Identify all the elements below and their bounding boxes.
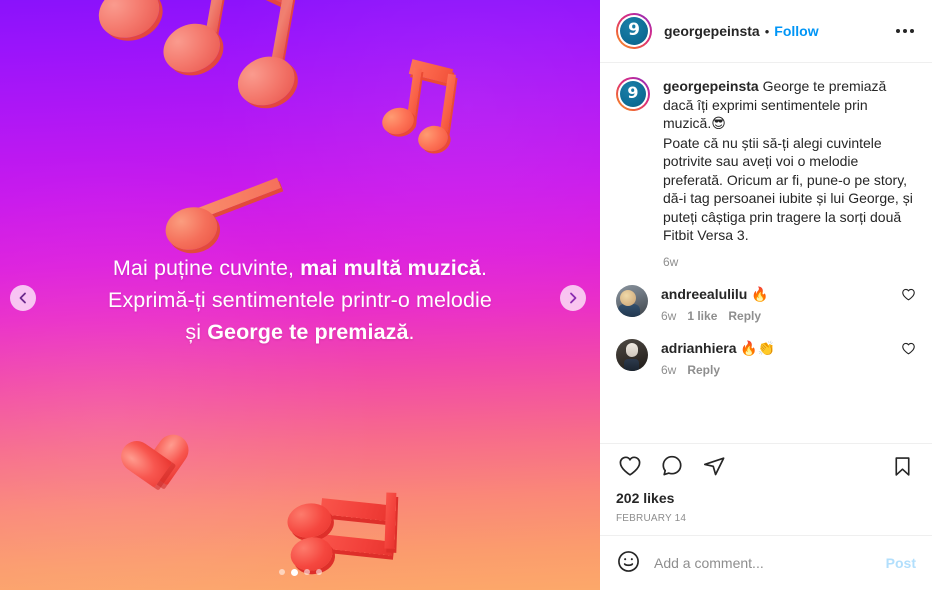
headline-line1-plain: Mai puține cuvinte, (112, 256, 301, 280)
music-note-small-graphic (379, 59, 462, 155)
post-header: 9 georgepeinsta • Follow (600, 0, 932, 63)
music-note-bottom-graphic (284, 492, 420, 580)
headline-line3-bold: George te premiază (207, 320, 409, 344)
music-note-single-graphic (161, 177, 281, 255)
comment-reply-button[interactable]: Reply (728, 309, 761, 323)
caption-avatar[interactable]: 9 (620, 81, 646, 107)
headline-line1-end: . (481, 256, 488, 280)
carousel-dots (0, 569, 600, 576)
carousel-next-button[interactable] (560, 285, 586, 311)
list-item: andreealulilu 🔥 6w 1 like Reply (616, 284, 916, 323)
caption-paragraph-2: Poate că nu știi să-ți alegi cuvintele p… (663, 134, 913, 244)
media-headline: Mai puține cuvinte, mai multă muzică. Ex… (0, 252, 600, 348)
post-author-username[interactable]: georgepeinsta (664, 23, 760, 39)
add-comment-bar: Post (600, 535, 932, 590)
carousel-dot-active[interactable] (290, 569, 298, 576)
carousel-dot[interactable] (278, 569, 285, 575)
search-input[interactable] (654, 555, 873, 571)
post-sidebar: 9 georgepeinsta • Follow 9 georgepeinsta… (600, 0, 932, 590)
caption-text: georgepeinsta George te premiază dacă îț… (663, 77, 916, 245)
heart-outline-icon[interactable] (901, 285, 916, 305)
music-note-cluster-graphic (89, 0, 311, 146)
comment-age: 6w (661, 362, 677, 377)
avatar[interactable]: 9 (620, 17, 648, 45)
ellipsis-icon[interactable] (892, 23, 918, 39)
chevron-left-icon (17, 292, 29, 304)
comment-text-line: andreealulilu 🔥 (661, 285, 888, 304)
post-comment-button[interactable]: Post (886, 555, 916, 571)
caption-avatar-ring[interactable]: 9 (616, 77, 650, 111)
caption-block: 9 georgepeinsta George te premiază dacă … (616, 77, 916, 269)
comment-button[interactable] (658, 452, 686, 483)
comment-reply-button[interactable]: Reply (687, 363, 720, 377)
smiley-face-icon[interactable] (616, 549, 641, 577)
list-item: adrianhiera 🔥👏 6w Reply (616, 338, 916, 377)
comment-body: 🔥👏 (740, 340, 776, 357)
instagram-post: Mai puține cuvinte, mai multă muzică. Ex… (0, 0, 932, 590)
headline-line3-plain: și (185, 320, 208, 344)
post-media[interactable]: Mai puține cuvinte, mai multă muzică. Ex… (0, 0, 600, 590)
headline-line2: Exprimă-ți sentimentele printr-o melodie (108, 288, 492, 312)
headline-line1-bold: mai multă muzică (300, 256, 481, 280)
avatar[interactable] (616, 338, 648, 371)
caption-emoji-1: 😎 (711, 116, 726, 132)
comment-meta: 6w 1 like Reply (661, 309, 888, 323)
comment-body: 🔥 (751, 286, 769, 303)
post-header-meta: georgepeinsta • Follow (664, 23, 880, 39)
like-button[interactable] (616, 452, 644, 483)
likes-count[interactable]: 202 likes (616, 490, 916, 506)
heart-outline-icon[interactable] (901, 339, 916, 359)
carousel-dot[interactable] (303, 569, 310, 575)
avatar-story-ring[interactable]: 9 (616, 13, 652, 49)
carousel-prev-button[interactable] (10, 285, 36, 311)
post-actions: 202 likes FEBRUARY 14 (600, 443, 932, 535)
headline-line3-end: . (408, 320, 415, 344)
comment-likes[interactable]: 1 like (687, 309, 717, 323)
comment-username[interactable]: andreealulilu (661, 286, 747, 302)
comment-meta: 6w Reply (661, 363, 888, 377)
share-button[interactable] (700, 452, 728, 483)
heart-graphic (106, 415, 172, 478)
chevron-right-icon (567, 292, 579, 304)
caption-age: 6w (663, 254, 679, 269)
comment-age: 6w (661, 308, 677, 323)
comment-text-line: adrianhiera 🔥👏 (661, 339, 888, 358)
header-separator: • (764, 23, 770, 39)
comments-scroll-area[interactable]: 9 georgepeinsta George te premiază dacă … (600, 63, 932, 443)
comment-username[interactable]: adrianhiera (661, 340, 736, 356)
save-button[interactable] (889, 453, 916, 483)
post-date: FEBRUARY 14 (616, 513, 687, 524)
caption-username[interactable]: georgepeinsta (663, 78, 759, 94)
carousel-dot[interactable] (315, 569, 322, 575)
avatar[interactable] (616, 284, 648, 317)
follow-button[interactable]: Follow (774, 23, 818, 39)
